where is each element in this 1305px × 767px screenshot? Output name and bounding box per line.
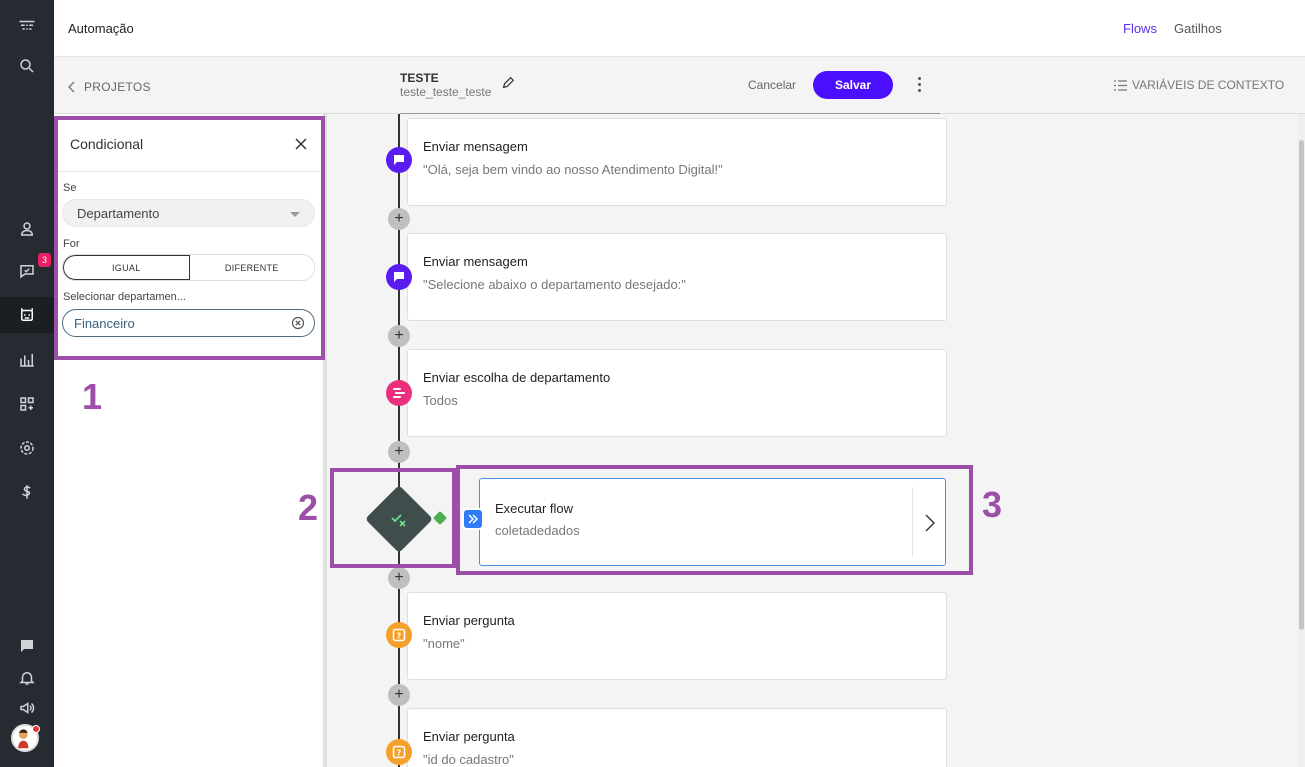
annotation-box-1 [54,116,325,360]
pencil-icon[interactable] [501,76,515,90]
step-detail: "Selecione abaixo o departamento desejad… [423,277,686,292]
search-icon[interactable] [0,48,54,84]
add-step-button[interactable]: + [388,325,410,347]
add-step-button[interactable]: + [388,684,410,706]
flow-name: TESTE [400,71,439,85]
flow-id: teste_teste_teste [400,85,492,99]
logo-icon[interactable] [0,8,54,44]
scrollbar-thumb[interactable] [1299,140,1304,630]
settings-icon[interactable] [0,430,54,466]
step-title: Enviar escolha de departamento [423,370,611,385]
save-button[interactable]: Salvar [813,71,893,99]
question-icon: ? [386,622,412,648]
step-detail: Todos [423,393,458,408]
svg-text:?: ? [397,632,402,641]
step-detail: "Olá, seja bem vindo ao nosso Atendiment… [423,162,723,177]
context-variables-button[interactable]: VARIÁVEIS DE CONTEXTO [1114,78,1284,92]
annotation-number-1: 1 [82,376,103,417]
step-detail: "nome" [423,636,465,651]
more-options-icon[interactable] [911,73,927,95]
question-icon: ? [386,739,412,765]
message-icon [386,147,412,173]
step-card-send-question-1[interactable]: Enviar pergunta "nome" [407,592,947,680]
step-detail: "id do cadastro" [423,752,514,767]
add-step-button[interactable]: + [388,208,410,230]
cancel-button[interactable]: Cancelar [748,78,796,92]
step-title: Enviar mensagem [423,254,528,269]
contacts-icon[interactable] [0,211,54,247]
message-icon [386,264,412,290]
step-title: Enviar pergunta [423,613,515,628]
annotation-number-3: 3 [982,484,1003,525]
bot-icon[interactable] [0,297,54,333]
back-label: PROJETOS [84,80,151,94]
step-card-send-question-2[interactable]: Enviar pergunta "id do cadastro" [407,708,947,767]
nav-link-gatilhos[interactable]: Gatilhos [1174,21,1222,36]
billing-icon[interactable] [0,474,54,510]
status-dot [32,725,40,733]
step-card-send-department[interactable]: Enviar escolha de departamento Todos [407,349,947,437]
nav-link-flows[interactable]: Flows [1123,21,1157,36]
notification-badge: 3 [38,253,51,267]
app-title: Automação [68,21,134,36]
annotation-box-3 [456,465,973,575]
left-nav: 3 [0,0,54,767]
step-title: Enviar pergunta [423,729,515,744]
svg-text:?: ? [397,749,402,758]
context-variables-label: VARIÁVEIS DE CONTEXTO [1132,78,1285,92]
sub-bar: PROJETOS TESTE teste_teste_teste Cancela… [54,57,1305,114]
chevron-left-icon [68,81,75,93]
list-icon [1114,79,1127,91]
top-bar: Automação Flows Gatilhos [54,0,1305,57]
step-card-send-message-2[interactable]: Enviar mensagem "Selecione abaixo o depa… [407,233,947,321]
apps-icon[interactable] [0,386,54,422]
annotation-box-2 [330,468,456,568]
step-card-send-message-1[interactable]: Enviar mensagem "Olá, seja bem vindo ao … [407,118,947,206]
back-to-projects[interactable]: PROJETOS [68,80,151,94]
add-step-button[interactable]: + [388,567,410,589]
message-icon[interactable] [0,628,54,664]
step-title: Enviar mensagem [423,139,528,154]
megaphone-icon[interactable] [0,690,54,726]
annotation-number-2: 2 [298,487,319,528]
add-step-button[interactable]: + [388,441,410,463]
department-icon [386,380,412,406]
reports-icon[interactable] [0,342,54,378]
